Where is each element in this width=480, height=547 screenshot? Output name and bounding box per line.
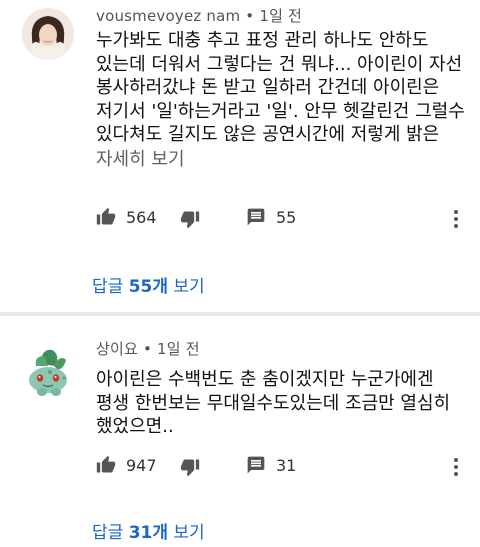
comment-time: 1일 전 [157,340,200,358]
replies-count-bold: 55개 [128,277,168,297]
like-button[interactable]: 564 [96,207,157,227]
avatar[interactable] [20,344,76,400]
like-count: 947 [126,455,157,475]
reply-button[interactable]: 31 [246,455,296,475]
reply-comment-icon [247,456,265,474]
comment-actions: 947 31 [0,451,480,481]
like-button[interactable]: 947 [96,455,157,475]
view-replies-link[interactable]: 답글 55개 보기 [92,272,205,297]
replies-suffix: 보기 [168,523,205,543]
comment-actions: 564 55 [0,203,480,233]
comment-2: 상이요 • 1일 전 아이린은 수백번도 춘 춤이겠지만 누군가에겐 평생 한번… [0,316,480,547]
read-more-link[interactable]: 자세히 보기 [96,145,185,171]
comment-meta: 상이요 • 1일 전 [96,338,200,359]
reply-count: 55 [276,207,297,227]
thumbs-down-icon [180,211,200,229]
replies-suffix: 보기 [168,277,205,297]
comment-text-line: 봉사하러갔냐 돈 받고 일하러 간건데 아이린은 [96,77,440,98]
dislike-button[interactable] [180,457,200,477]
avatar[interactable] [22,8,74,60]
reply-comment-icon [247,208,265,226]
reply-count: 31 [276,455,297,475]
comment-text: 누가봐도 대충 추고 표정 관리 하나도 안하도 있는데 더워서 그렇다는 건 … [96,29,466,147]
comment-text-line: 저기서 '일'하는거라고 '일'. 안무 헷갈린건 그럴수 [96,100,465,122]
replies-prefix: 답글 [92,523,129,543]
comment-text-line: 평생 한번보는 무대일수도있는데 조금만 열심히 [96,392,451,414]
view-replies-link[interactable]: 답글 31개 보기 [92,518,205,543]
replies-count-bold: 31개 [128,523,168,543]
comment-text-line: 했었으면.. [96,416,174,437]
thumbs-up-icon [96,207,116,225]
author-name[interactable]: vousmevoyez nam [96,7,240,25]
more-vert-icon[interactable] [448,455,464,479]
comment-meta: vousmevoyez nam • 1일 전 [96,5,302,26]
comment-text: 아이린은 수백번도 춘 춤이겠지만 누군가에겐 평생 한번보는 무대일수도있는데… [96,368,466,439]
reply-button[interactable]: 55 [246,207,296,227]
comment-text-line: 있다쳐도 길지도 않은 공연시간에 저렇게 밝은 [96,124,440,145]
comment-time: 1일 전 [259,7,303,25]
thumbs-down-icon [180,459,200,477]
thumbs-up-icon [96,455,116,473]
avatar-plant-character [20,344,76,400]
meta-separator: • [245,7,255,25]
meta-separator: • [142,340,153,358]
comment-text-line: 누가봐도 대충 추고 표정 관리 하나도 안하도 [96,30,429,51]
author-name[interactable]: 상이요 [96,340,138,358]
replies-prefix: 답글 [92,277,129,297]
comment-text-line: 있는데 더워서 그렇다는 건 뭐냐... 아이린이 자선 [96,53,463,75]
like-count: 564 [126,207,157,227]
avatar-photo [22,8,74,60]
comment-text-line: 아이린은 수백번도 춘 춤이겠지만 누군가에겐 [96,369,434,390]
more-vert-icon[interactable] [448,207,464,231]
dislike-button[interactable] [180,209,200,229]
comment-1: vousmevoyez nam • 1일 전 누가봐도 대충 추고 표정 관리 … [0,0,480,312]
